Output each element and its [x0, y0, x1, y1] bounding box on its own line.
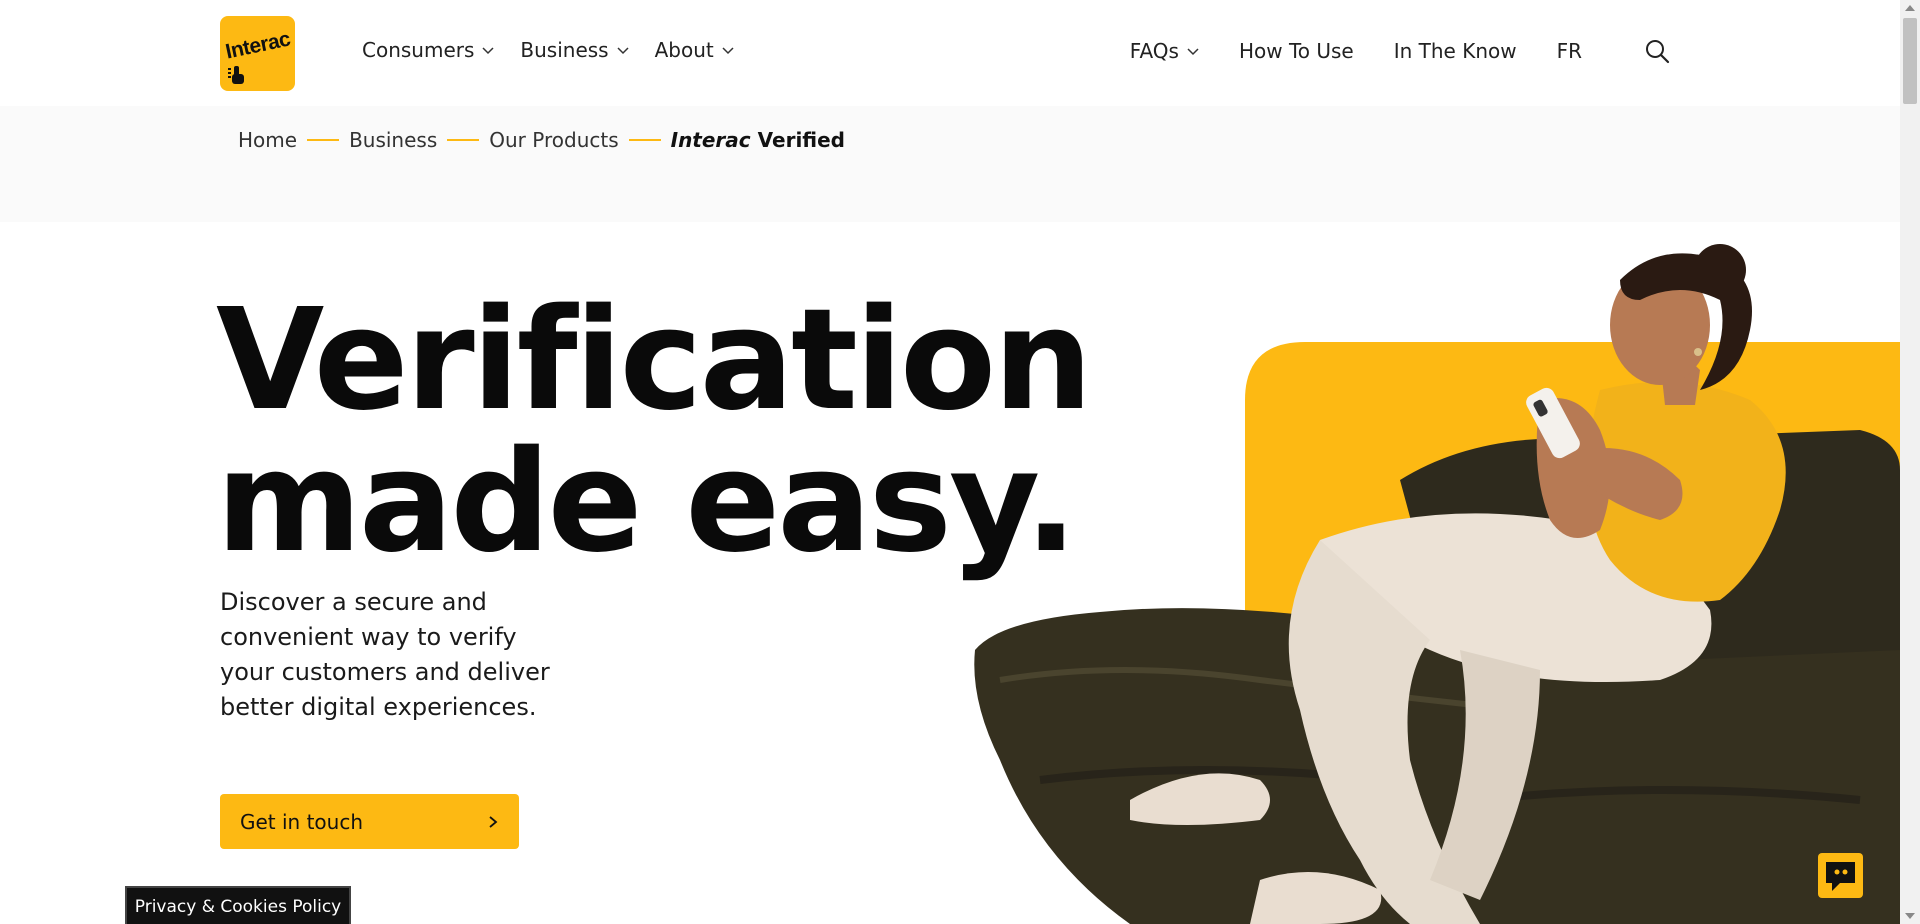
- nav-faqs-label: FAQs: [1129, 39, 1179, 63]
- nav-about[interactable]: About: [655, 38, 734, 62]
- secondary-nav: FAQs How To Use In The Know FR: [1130, 38, 1670, 64]
- primary-nav: Consumers Business About: [362, 38, 760, 62]
- nav-language-fr[interactable]: FR: [1557, 39, 1582, 63]
- breadcrumb-separator: [447, 139, 480, 141]
- hero-description: Discover a secure and convenient way to …: [220, 588, 550, 721]
- privacy-cookies-label: Privacy & Cookies Policy: [134, 897, 342, 917]
- chat-button[interactable]: [1818, 853, 1863, 898]
- nav-faqs[interactable]: FAQs: [1130, 39, 1199, 63]
- breadcrumb-separator: [628, 139, 661, 141]
- hero-title-line1: Verification: [216, 279, 1093, 442]
- scroll-up-arrow-icon[interactable]: [1905, 4, 1915, 12]
- interac-logo[interactable]: Interac: [220, 16, 295, 91]
- search-icon[interactable]: [1644, 38, 1670, 64]
- get-in-touch-button[interactable]: Get in touch: [220, 794, 519, 849]
- nav-how-to-use-label: How To Use: [1238, 39, 1354, 63]
- breadcrumb-home[interactable]: Home: [238, 128, 297, 152]
- breadcrumb-business[interactable]: Business: [349, 128, 437, 152]
- nav-language-label: FR: [1556, 39, 1582, 63]
- nav-about-label: About: [654, 38, 714, 62]
- chat-icon: [1826, 862, 1855, 891]
- breadcrumb-current-rest: Verified: [757, 128, 845, 152]
- hero-illustration: [974, 244, 1900, 924]
- hand-icon: [228, 66, 244, 84]
- chevron-down-icon: [617, 47, 629, 55]
- breadcrumb-our-products[interactable]: Our Products: [489, 128, 618, 152]
- nav-how-to-use[interactable]: How To Use: [1239, 39, 1354, 63]
- chevron-down-icon: [482, 47, 494, 55]
- breadcrumb-current-brand: Interac: [670, 128, 751, 152]
- scrollbar-thumb[interactable]: [1903, 18, 1917, 104]
- privacy-cookies-link[interactable]: Privacy & Cookies Policy: [125, 886, 351, 924]
- chevron-down-icon: [722, 47, 734, 55]
- nav-business-label: Business: [520, 38, 609, 62]
- hero-title: Verification made easy.: [216, 279, 1093, 584]
- hero-image: [960, 240, 1900, 924]
- logo-wordmark: Interac: [223, 27, 293, 64]
- breadcrumb-separator: [307, 139, 340, 141]
- nav-in-the-know[interactable]: In The Know: [1394, 39, 1517, 63]
- site-header: Interac Consumers Business About FAQs Ho…: [0, 0, 1900, 106]
- hero-title-line2: made easy.: [216, 421, 1078, 584]
- nav-in-the-know-label: In The Know: [1393, 39, 1517, 63]
- breadcrumb-band: [0, 106, 1900, 222]
- chevron-right-icon: [489, 815, 498, 828]
- chevron-down-icon: [1187, 48, 1199, 56]
- nav-consumers-label: Consumers: [362, 38, 475, 62]
- nav-business[interactable]: Business: [520, 38, 629, 62]
- nav-consumers[interactable]: Consumers: [362, 38, 494, 62]
- get-in-touch-label: Get in touch: [240, 809, 364, 834]
- breadcrumb: Home Business Our Products Interac Verif…: [238, 128, 845, 152]
- vertical-scrollbar[interactable]: [1900, 0, 1920, 924]
- scroll-down-arrow-icon[interactable]: [1905, 912, 1915, 920]
- breadcrumb-current: Interac Verified: [671, 128, 845, 152]
